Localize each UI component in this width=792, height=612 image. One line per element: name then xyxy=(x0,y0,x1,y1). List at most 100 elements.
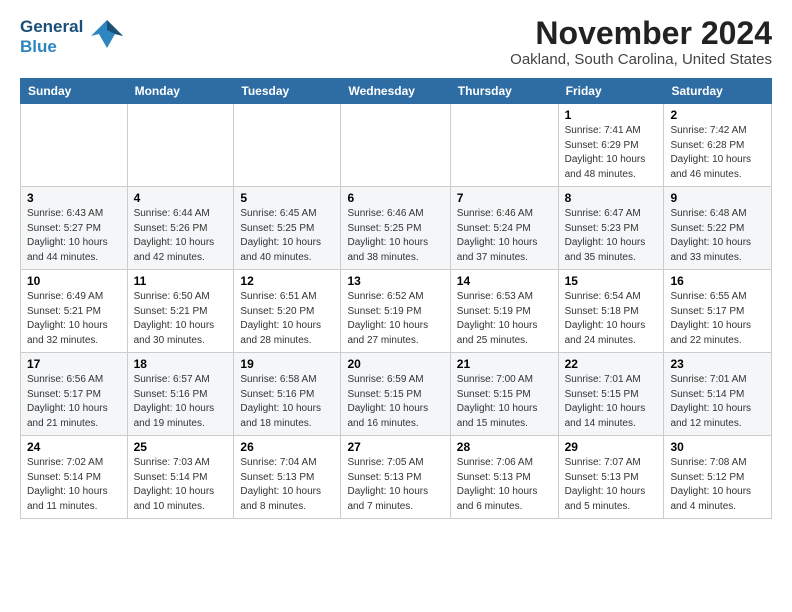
logo: General Blue xyxy=(20,16,125,57)
calendar-cell: 28 Sunrise: 7:06 AM Sunset: 5:13 PM Dayli… xyxy=(450,436,558,519)
day-number: 26 xyxy=(240,440,334,454)
day-number: 18 xyxy=(134,357,228,371)
day-number: 9 xyxy=(670,191,765,205)
day-number: 7 xyxy=(457,191,552,205)
day-info: Sunrise: 6:52 AM Sunset: 5:19 PM Dayligh… xyxy=(347,290,443,348)
calendar-cell: 14 Sunrise: 6:53 AM Sunset: 5:19 PM Dayli… xyxy=(450,270,558,353)
day-info: Sunrise: 6:57 AM Sunset: 5:16 PM Dayligh… xyxy=(134,373,228,431)
day-number: 23 xyxy=(670,357,765,371)
day-number: 10 xyxy=(27,274,121,288)
day-info: Sunrise: 7:06 AM Sunset: 5:13 PM Dayligh… xyxy=(457,456,552,514)
day-number: 3 xyxy=(27,191,121,205)
calendar-cell: 13 Sunrise: 6:52 AM Sunset: 5:19 PM Dayli… xyxy=(341,270,450,353)
day-info: Sunrise: 6:45 AM Sunset: 5:25 PM Dayligh… xyxy=(240,207,334,265)
calendar-cell: 20 Sunrise: 6:59 AM Sunset: 5:15 PM Dayli… xyxy=(341,353,450,436)
day-info: Sunrise: 6:55 AM Sunset: 5:17 PM Dayligh… xyxy=(670,290,765,348)
calendar-cell xyxy=(450,104,558,187)
weekday-tuesday: Tuesday xyxy=(234,79,341,104)
calendar-subtitle: Oakland, South Carolina, United States xyxy=(510,51,772,68)
weekday-friday: Friday xyxy=(558,79,664,104)
day-number: 29 xyxy=(565,440,658,454)
day-info: Sunrise: 7:05 AM Sunset: 5:13 PM Dayligh… xyxy=(347,456,443,514)
calendar-cell xyxy=(127,104,234,187)
day-info: Sunrise: 7:08 AM Sunset: 5:12 PM Dayligh… xyxy=(670,456,765,514)
calendar-cell: 25 Sunrise: 7:03 AM Sunset: 5:14 PM Dayli… xyxy=(127,436,234,519)
calendar-cell: 10 Sunrise: 6:49 AM Sunset: 5:21 PM Dayli… xyxy=(21,270,128,353)
calendar-cell: 27 Sunrise: 7:05 AM Sunset: 5:13 PM Dayli… xyxy=(341,436,450,519)
calendar-cell: 30 Sunrise: 7:08 AM Sunset: 5:12 PM Dayli… xyxy=(664,436,772,519)
weekday-thursday: Thursday xyxy=(450,79,558,104)
calendar-cell: 2 Sunrise: 7:42 AM Sunset: 6:28 PM Daylig… xyxy=(664,104,772,187)
day-number: 28 xyxy=(457,440,552,454)
day-number: 21 xyxy=(457,357,552,371)
calendar-cell: 17 Sunrise: 6:56 AM Sunset: 5:17 PM Dayli… xyxy=(21,353,128,436)
calendar-cell: 9Sunrise: 6:48 AM Sunset: 5:22 PM Daylig… xyxy=(664,187,772,270)
logo-bird-icon xyxy=(89,16,125,57)
calendar-cell: 5 Sunrise: 6:45 AM Sunset: 5:25 PM Daylig… xyxy=(234,187,341,270)
day-number: 8 xyxy=(565,191,658,205)
calendar-cell: 8 Sunrise: 6:47 AM Sunset: 5:23 PM Daylig… xyxy=(558,187,664,270)
day-info: Sunrise: 6:47 AM Sunset: 5:23 PM Dayligh… xyxy=(565,207,658,265)
page: General Blue November 2024 Oakland, Sout… xyxy=(0,0,792,531)
calendar-cell: 15 Sunrise: 6:54 AM Sunset: 5:18 PM Dayli… xyxy=(558,270,664,353)
day-number: 20 xyxy=(347,357,443,371)
day-info: Sunrise: 6:46 AM Sunset: 5:24 PM Dayligh… xyxy=(457,207,552,265)
day-number: 6 xyxy=(347,191,443,205)
day-number: 17 xyxy=(27,357,121,371)
calendar-table: Sunday Monday Tuesday Wednesday Thursday… xyxy=(20,78,772,519)
day-number: 30 xyxy=(670,440,765,454)
day-info: Sunrise: 6:46 AM Sunset: 5:25 PM Dayligh… xyxy=(347,207,443,265)
calendar-cell xyxy=(341,104,450,187)
calendar-cell: 23 Sunrise: 7:01 AM Sunset: 5:14 PM Dayli… xyxy=(664,353,772,436)
day-info: Sunrise: 6:58 AM Sunset: 5:16 PM Dayligh… xyxy=(240,373,334,431)
day-info: Sunrise: 7:01 AM Sunset: 5:15 PM Dayligh… xyxy=(565,373,658,431)
calendar-cell: 7 Sunrise: 6:46 AM Sunset: 5:24 PM Daylig… xyxy=(450,187,558,270)
day-number: 27 xyxy=(347,440,443,454)
day-number: 13 xyxy=(347,274,443,288)
calendar-cell: 16Sunrise: 6:55 AM Sunset: 5:17 PM Dayli… xyxy=(664,270,772,353)
calendar-cell xyxy=(21,104,128,187)
calendar-cell: 19 Sunrise: 6:58 AM Sunset: 5:16 PM Dayli… xyxy=(234,353,341,436)
calendar-cell: 12Sunrise: 6:51 AM Sunset: 5:20 PM Dayli… xyxy=(234,270,341,353)
day-info: Sunrise: 7:02 AM Sunset: 5:14 PM Dayligh… xyxy=(27,456,121,514)
day-number: 1 xyxy=(565,108,658,122)
day-info: Sunrise: 6:49 AM Sunset: 5:21 PM Dayligh… xyxy=(27,290,121,348)
logo-line1: General xyxy=(20,17,83,37)
title-block: November 2024 Oakland, South Carolina, U… xyxy=(510,16,772,68)
day-info: Sunrise: 7:03 AM Sunset: 5:14 PM Dayligh… xyxy=(134,456,228,514)
weekday-monday: Monday xyxy=(127,79,234,104)
day-info: Sunrise: 6:54 AM Sunset: 5:18 PM Dayligh… xyxy=(565,290,658,348)
calendar-cell: 11 Sunrise: 6:50 AM Sunset: 5:21 PM Dayli… xyxy=(127,270,234,353)
calendar-cell: 4Sunrise: 6:44 AM Sunset: 5:26 PM Daylig… xyxy=(127,187,234,270)
weekday-saturday: Saturday xyxy=(664,79,772,104)
day-info: Sunrise: 7:41 AM Sunset: 6:29 PM Dayligh… xyxy=(565,124,658,182)
day-info: Sunrise: 6:50 AM Sunset: 5:21 PM Dayligh… xyxy=(134,290,228,348)
calendar-cell: 24 Sunrise: 7:02 AM Sunset: 5:14 PM Dayli… xyxy=(21,436,128,519)
day-number: 14 xyxy=(457,274,552,288)
weekday-wednesday: Wednesday xyxy=(341,79,450,104)
day-info: Sunrise: 6:56 AM Sunset: 5:17 PM Dayligh… xyxy=(27,373,121,431)
day-info: Sunrise: 6:53 AM Sunset: 5:19 PM Dayligh… xyxy=(457,290,552,348)
day-number: 2 xyxy=(670,108,765,122)
day-number: 15 xyxy=(565,274,658,288)
day-info: Sunrise: 7:01 AM Sunset: 5:14 PM Dayligh… xyxy=(670,373,765,431)
day-info: Sunrise: 6:59 AM Sunset: 5:15 PM Dayligh… xyxy=(347,373,443,431)
calendar-cell: 29Sunrise: 7:07 AM Sunset: 5:13 PM Dayli… xyxy=(558,436,664,519)
day-number: 22 xyxy=(565,357,658,371)
weekday-sunday: Sunday xyxy=(21,79,128,104)
day-number: 25 xyxy=(134,440,228,454)
day-info: Sunrise: 7:00 AM Sunset: 5:15 PM Dayligh… xyxy=(457,373,552,431)
calendar-cell: 22 Sunrise: 7:01 AM Sunset: 5:15 PM Dayli… xyxy=(558,353,664,436)
calendar-cell: 18 Sunrise: 6:57 AM Sunset: 5:16 PM Dayli… xyxy=(127,353,234,436)
day-number: 19 xyxy=(240,357,334,371)
day-number: 11 xyxy=(134,274,228,288)
day-info: Sunrise: 7:42 AM Sunset: 6:28 PM Dayligh… xyxy=(670,124,765,182)
day-number: 4 xyxy=(134,191,228,205)
header: General Blue November 2024 Oakland, Sout… xyxy=(20,16,772,68)
calendar-cell: 21 Sunrise: 7:00 AM Sunset: 5:15 PM Dayli… xyxy=(450,353,558,436)
day-number: 24 xyxy=(27,440,121,454)
calendar-cell: 1 Sunrise: 7:41 AM Sunset: 6:29 PM Daylig… xyxy=(558,104,664,187)
calendar-cell: 3Sunrise: 6:43 AM Sunset: 5:27 PM Daylig… xyxy=(21,187,128,270)
day-number: 5 xyxy=(240,191,334,205)
calendar-title: November 2024 xyxy=(510,16,772,51)
